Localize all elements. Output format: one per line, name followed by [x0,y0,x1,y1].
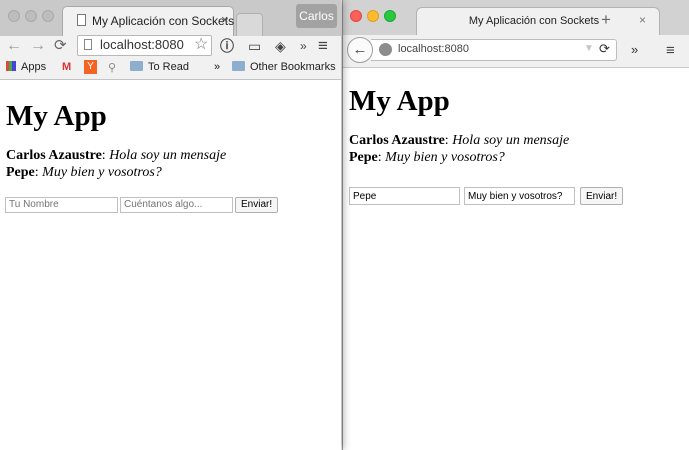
new-tab-plus-icon[interactable]: + [601,10,611,30]
send-button[interactable]: Enviar! [580,187,624,205]
minimize-window-button[interactable] [367,10,379,22]
message-item: Carlos Azaustre: Hola soy un mensaje [349,133,570,148]
chrome-page-content: My App Carlos Azaustre: Hola soy un mens… [0,80,341,450]
message-list: Carlos Azaustre: Hola soy un mensaje Pep… [6,147,226,181]
bookmarks-overflow-icon[interactable]: » [214,61,220,73]
page-title: My App [349,85,450,117]
apps-grid-icon [6,61,16,71]
page-title: My App [6,100,107,132]
tab-close-icon[interactable]: × [639,13,646,27]
chrome-active-tab[interactable]: My Aplicación con Sockets × [62,6,234,36]
bookmark-to-read[interactable]: To Read [130,61,189,73]
message-list: Carlos Azaustre: Hola soy un mensaje Pep… [349,132,569,166]
message-item: Carlos Azaustre: Hola soy un mensaje [6,148,227,163]
dropdown-arrow-icon[interactable]: ▼ [584,43,594,54]
menu-icon[interactable]: ≡ [318,36,328,56]
bookmark-other-label: Other Bookmarks [250,61,336,73]
firefox-window: My Aplicación con Sockets × + localhost:… [342,0,689,450]
layers-icon[interactable]: ◈ [275,36,286,56]
chrome-tab-strip: My Aplicación con Sockets × Carlos [0,0,341,36]
message-user: Pepe [6,165,35,180]
new-tab-button[interactable] [236,13,263,36]
message-form: Enviar! [5,196,279,214]
app-page: My App Carlos Azaustre: Hola soy un mens… [349,85,569,166]
address-bar[interactable]: localhost:8080 ▼ ⟳ [371,39,617,61]
message-item: Pepe: Muy bien y vosotros? [349,150,505,165]
bookmark-to-read-label: To Read [148,61,189,73]
message-item: Pepe: Muy bien y vosotros? [6,165,162,180]
message-text: Hola soy un mensaje [109,148,227,163]
message-input[interactable] [120,196,233,213]
message-input[interactable] [464,187,575,205]
cast-icon[interactable]: ▭ [248,36,261,56]
firefox-page-content: My App Carlos Azaustre: Hola soy un mens… [343,68,689,450]
globe-icon [379,43,392,56]
page-icon [77,14,86,26]
folder-icon [232,61,245,71]
url-text: localhost:8080 [100,37,184,52]
close-window-button[interactable] [350,10,362,22]
page-info-icon [84,39,92,50]
close-window-button[interactable] [8,10,20,22]
message-user: Carlos Azaustre [349,133,445,148]
firefox-active-tab[interactable]: My Aplicación con Sockets × [416,7,660,35]
back-arrow-icon[interactable]: ← [347,37,373,63]
reload-icon[interactable]: ⟳ [54,36,67,56]
chrome-window: My Aplicación con Sockets × Carlos ← → ⟳… [0,0,341,450]
bookmark-apps-label: Apps [21,61,47,73]
tab-title: My Aplicación con Sockets [92,14,235,28]
firefox-nav-bar: localhost:8080 ▼ ⟳ ← » ≡ [343,35,689,68]
zoom-window-button[interactable] [384,10,396,22]
toolbar-overflow-icon[interactable]: » [631,42,638,57]
message-form: Enviar! [349,187,624,205]
name-input[interactable] [349,187,460,205]
message-text: Hola soy un mensaje [452,133,570,148]
message-text: Muy bien y vosotros? [385,150,505,165]
back-arrow-icon[interactable]: ← [6,36,22,56]
bookmark-apps[interactable]: Apps [6,61,46,73]
minimize-window-button[interactable] [25,10,37,22]
name-input[interactable] [5,196,118,213]
address-bar[interactable]: localhost:8080 ☆ [77,35,212,56]
extension-info-icon[interactable]: ⓘ [220,36,234,56]
profile-button[interactable]: Carlos [296,4,337,28]
menu-icon[interactable]: ≡ [666,42,675,59]
send-button[interactable]: Enviar! [235,196,279,213]
gmail-icon[interactable]: M [62,61,71,73]
folder-icon [130,61,143,71]
forward-arrow-icon[interactable]: → [30,36,46,56]
reload-icon[interactable]: ⟳ [599,41,610,57]
tab-close-icon[interactable]: × [221,12,229,27]
message-text: Muy bien y vosotros? [42,165,162,180]
message-user: Pepe [349,150,378,165]
app-page: My App Carlos Azaustre: Hola soy un mens… [6,100,226,181]
url-text: localhost:8080 [398,43,469,55]
extensions-overflow-icon[interactable]: » [300,36,307,56]
bookmarks-bar: Apps M Y ⚲ To Read » Other Bookmarks [0,58,341,80]
bookmark-other[interactable]: Other Bookmarks [232,61,336,73]
message-user: Carlos Azaustre [6,148,102,163]
bookmark-star-icon[interactable]: ☆ [194,34,208,54]
pin-icon[interactable]: ⚲ [108,61,116,74]
ycombinator-icon[interactable]: Y [84,60,97,74]
zoom-window-button[interactable] [42,10,54,22]
firefox-tab-strip: My Aplicación con Sockets × + [343,0,689,35]
